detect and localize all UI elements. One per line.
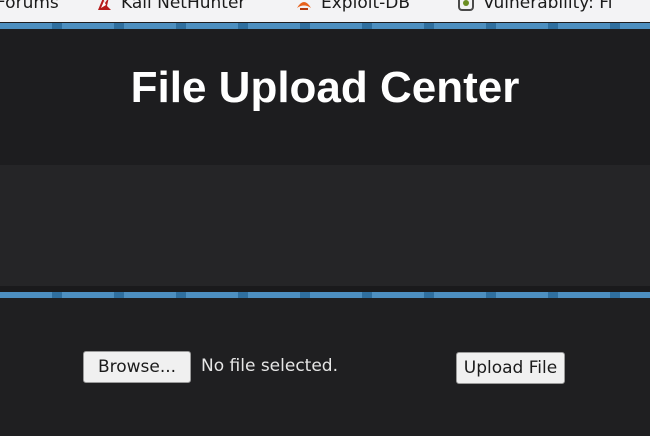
bookmark-label: Exploit-DB — [321, 0, 410, 13]
bookmark-kali-nethunter[interactable]: Kali NetHunter — [95, 0, 245, 13]
bookmark-label: Forums — [0, 0, 59, 13]
page-title: File Upload Center — [130, 63, 520, 112]
header-band — [0, 165, 650, 292]
bookmark-label: Kali NetHunter — [121, 0, 246, 13]
kali-dragon-icon — [95, 0, 113, 12]
page-icon — [457, 0, 475, 12]
exploit-db-icon — [295, 0, 313, 12]
bookmark-vulnerability[interactable]: Vulnerability: Fi — [457, 0, 612, 13]
bookmark-label: Vulnerability: Fi — [483, 0, 613, 13]
bookmark-forums[interactable]: Forums — [0, 0, 59, 13]
bookmarks-toolbar: Forums Kali NetHunter Exploit-DB Vulnera… — [0, 0, 650, 22]
browse-button[interactable]: Browse... — [83, 351, 191, 383]
bookmark-exploit-db[interactable]: Exploit-DB — [295, 0, 410, 13]
file-status-text: No file selected. — [201, 356, 338, 376]
upload-file-button[interactable]: Upload File — [456, 352, 565, 384]
